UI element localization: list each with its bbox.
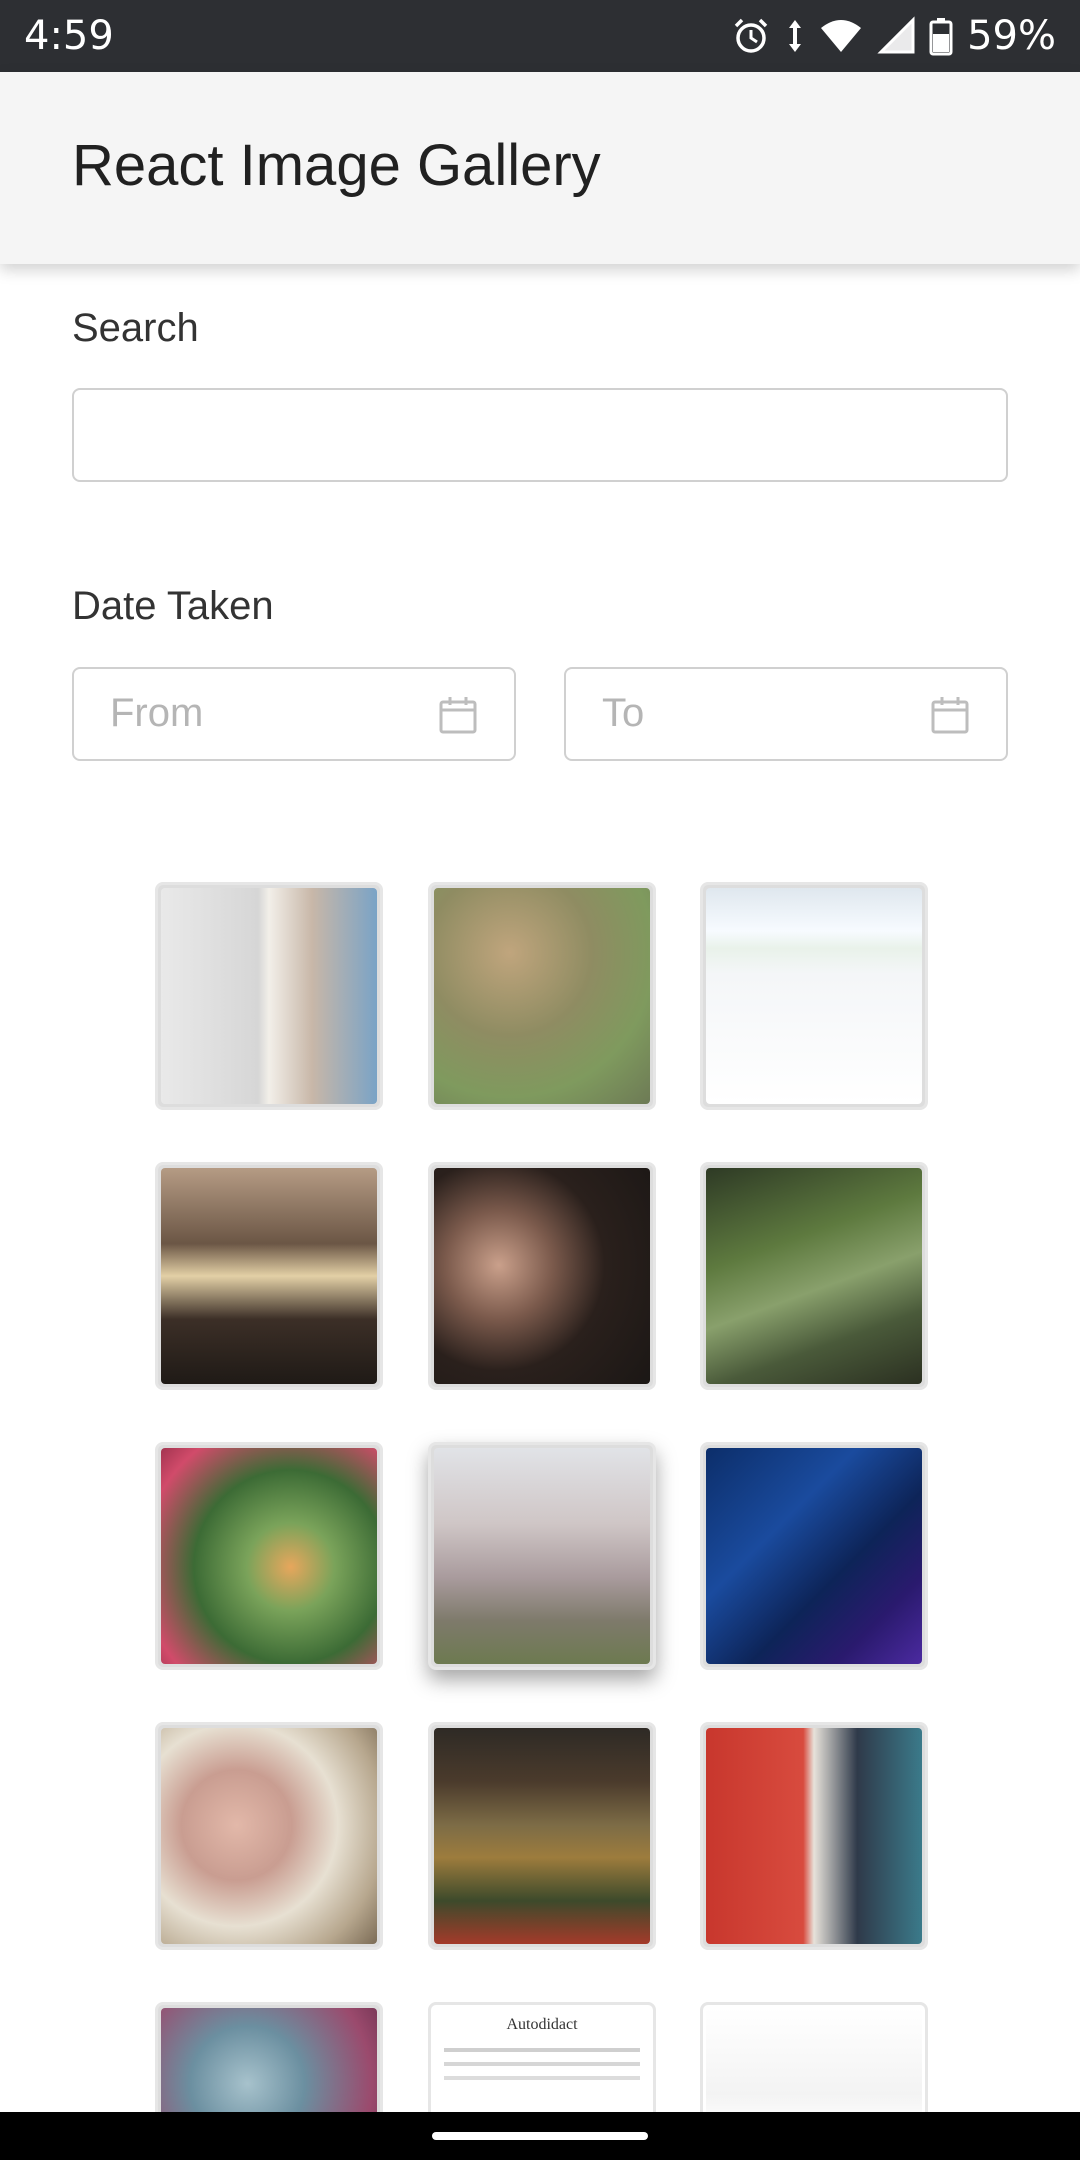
home-gesture-handle[interactable] [432, 2132, 648, 2140]
date-to-field[interactable]: To [564, 667, 1008, 761]
app-title: React Image Gallery [72, 133, 601, 198]
status-icons: 59% [731, 13, 1056, 59]
search-label: Search [72, 306, 199, 350]
battery-icon [929, 18, 953, 56]
gallery-image-selected[interactable] [428, 1442, 656, 1670]
system-nav-bar [0, 2112, 1080, 2160]
alarm-icon [734, 18, 768, 53]
data-arrows-icon [789, 20, 802, 52]
status-time: 4:59 [24, 13, 114, 59]
date-from-field[interactable]: From [72, 667, 516, 761]
gallery-image[interactable] [155, 2002, 383, 2112]
gallery-image[interactable] [700, 1442, 928, 1670]
search-input[interactable] [72, 388, 1008, 482]
app-bar: React Image Gallery [0, 72, 1080, 264]
signal-icon [877, 16, 915, 54]
date-taken-label: Date Taken [72, 584, 274, 628]
gallery-image[interactable] [700, 2002, 928, 2112]
date-to-placeholder: To [602, 691, 645, 735]
gallery-image[interactable] [700, 1162, 928, 1390]
gallery-image[interactable] [700, 882, 928, 1110]
main-content: Search Date Taken From To Autodidact [0, 264, 1080, 2112]
gallery-image[interactable] [155, 1442, 383, 1670]
gallery-image[interactable] [155, 1162, 383, 1390]
calendar-icon[interactable] [438, 695, 478, 735]
wifi-icon [821, 20, 862, 52]
gallery-image[interactable] [155, 882, 383, 1110]
calendar-icon[interactable] [930, 695, 970, 735]
document-title: Autodidact [506, 2016, 578, 2033]
gallery-image[interactable] [700, 1722, 928, 1950]
gallery-image[interactable]: Autodidact [428, 2002, 656, 2112]
battery-percent: 59% [967, 13, 1056, 59]
gallery-image[interactable] [428, 882, 656, 1110]
date-from-placeholder: From [110, 691, 204, 735]
gallery-image[interactable] [428, 1722, 656, 1950]
gallery-image[interactable] [155, 1722, 383, 1950]
gallery-image[interactable] [428, 1162, 656, 1390]
status-bar: 4:59 59% [0, 0, 1080, 72]
